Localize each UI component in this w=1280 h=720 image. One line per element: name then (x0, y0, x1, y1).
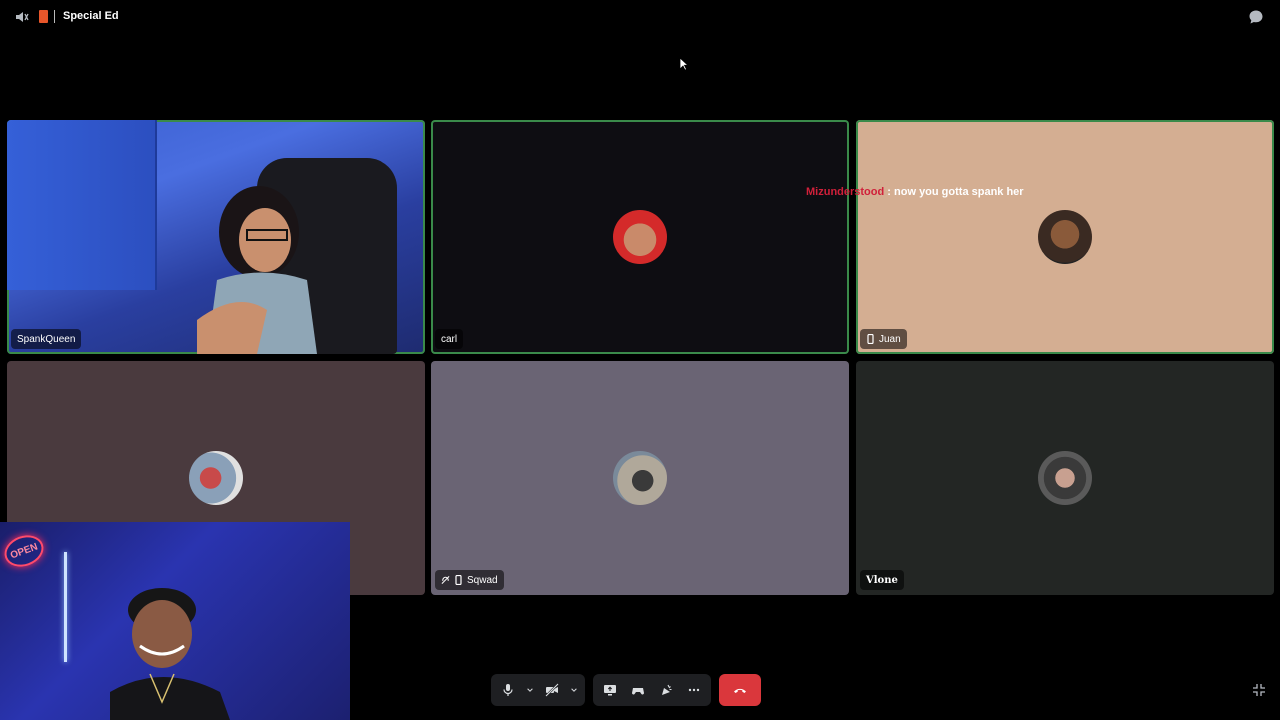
audio-video-controls (491, 674, 585, 706)
avatar (1038, 451, 1092, 505)
avatar (613, 210, 667, 264)
stage-channel-icon (39, 10, 48, 23)
participant-name: Sqwad (467, 574, 498, 586)
call-controls (491, 674, 761, 706)
streamer-webcam-overlay: OPEN (0, 522, 350, 720)
channel-title: Special Ed (63, 10, 119, 22)
camera-off-icon (545, 683, 559, 697)
screen-share-icon (604, 685, 616, 696)
disconnect-button[interactable] (719, 674, 761, 706)
divider (54, 10, 55, 23)
exit-fullscreen-icon[interactable] (1252, 683, 1266, 697)
mobile-icon (867, 334, 874, 344)
participant-name: SpankQueen (17, 333, 76, 345)
streamer-video (110, 588, 230, 720)
participant-tile-vlone[interactable]: Vlone (856, 361, 1274, 595)
chat-message: now you gotta spank her (894, 186, 1024, 198)
more-button[interactable] (683, 679, 705, 701)
participant-name-tag: carl (435, 329, 464, 349)
microphone-button[interactable] (497, 679, 519, 701)
led-light-strip (64, 552, 67, 662)
stream-chat-overlay: Mizunderstood : now you gotta spank her (806, 186, 1024, 198)
avatar (613, 451, 667, 505)
chevron-down-icon (571, 688, 577, 692)
participant-name-tag: Vlone (860, 570, 904, 590)
more-icon (688, 688, 700, 692)
activity-button[interactable] (627, 679, 649, 701)
participant-tile-sqwad[interactable]: Sqwad (431, 361, 849, 595)
participant-tile-carl[interactable]: carl (431, 120, 849, 354)
participant-name: Juan (879, 333, 901, 345)
mobile-icon (455, 575, 462, 585)
background-door (7, 120, 157, 290)
camera-options-button[interactable] (569, 679, 579, 701)
deafened-icon (441, 576, 450, 584)
participant-name-tag: Juan (860, 329, 907, 349)
soundboard-button[interactable] (655, 679, 677, 701)
chat-username: Mizunderstood (806, 186, 885, 198)
chat-bubble-icon[interactable] (1248, 9, 1264, 25)
microphone-options-button[interactable] (525, 679, 535, 701)
participant-name-tag: Sqwad (435, 570, 504, 590)
activity-icon (632, 688, 644, 695)
avatar (189, 451, 243, 505)
chat-separator: : (887, 186, 891, 198)
microphone-icon (503, 684, 513, 696)
mouse-cursor-icon (679, 57, 689, 71)
top-bar: Special Ed (0, 0, 1280, 34)
participant-name-tag: SpankQueen (11, 329, 82, 349)
participant-name: Vlone (866, 574, 898, 586)
participant-tile-juan[interactable]: Juan (856, 120, 1274, 354)
avatar (1038, 210, 1092, 264)
participant-tile-spankqueen[interactable]: SpankQueen (7, 120, 425, 354)
participant-name: carl (441, 333, 458, 345)
volume-muted-icon[interactable] (15, 10, 29, 24)
activity-controls (593, 674, 711, 706)
soundboard-icon (662, 684, 672, 695)
screen-share-button[interactable] (599, 679, 621, 701)
camera-button[interactable] (541, 679, 563, 701)
chevron-down-icon (527, 688, 533, 692)
participant-video (197, 186, 317, 354)
hang-up-icon (734, 688, 746, 693)
open-neon-sign: OPEN (0, 530, 48, 572)
